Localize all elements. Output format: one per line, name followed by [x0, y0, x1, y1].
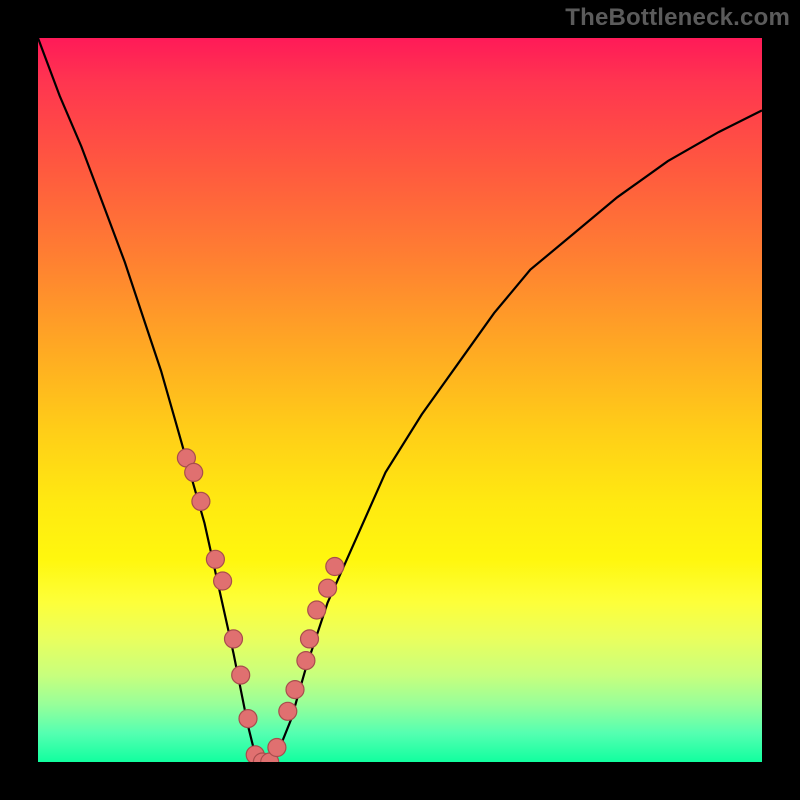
data-points-group	[177, 449, 343, 762]
bottleneck-curve	[38, 38, 762, 762]
data-point	[232, 666, 250, 684]
data-point	[286, 681, 304, 699]
data-point	[279, 702, 297, 720]
data-point	[239, 710, 257, 728]
data-point	[301, 630, 319, 648]
data-point	[214, 572, 232, 590]
data-point	[326, 558, 344, 576]
chart-frame: TheBottleneck.com	[0, 0, 800, 800]
data-point	[268, 739, 286, 757]
watermark-text: TheBottleneck.com	[565, 4, 790, 32]
data-point	[192, 492, 210, 510]
data-point	[297, 652, 315, 670]
plot-area	[38, 38, 762, 762]
data-point	[206, 550, 224, 568]
data-point	[308, 601, 326, 619]
chart-svg	[38, 38, 762, 762]
data-point	[225, 630, 243, 648]
data-point	[185, 463, 203, 481]
data-point	[319, 579, 337, 597]
